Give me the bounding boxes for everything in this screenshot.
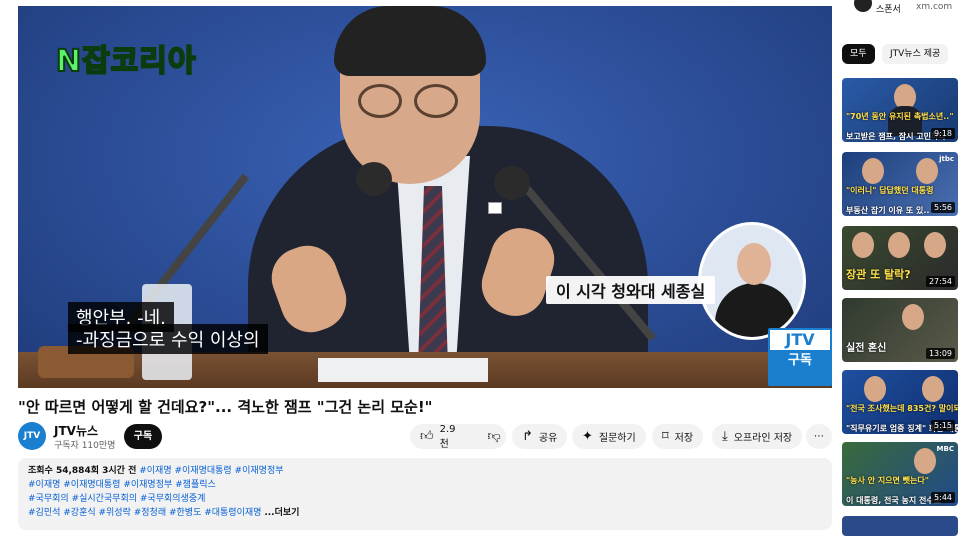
thumbnail-headline: 장관 또 탈락? bbox=[846, 268, 911, 281]
more-icon: ⋯ bbox=[814, 431, 824, 442]
microphone-head-right bbox=[494, 166, 530, 200]
thumbnail-channel-logo: MBC bbox=[936, 445, 954, 453]
view-stats: 조회수 54,884회 3시간 전 bbox=[28, 466, 137, 476]
video-duration: 5:56 bbox=[931, 202, 955, 213]
channel-bug: JTV 구독 bbox=[768, 328, 832, 386]
download-icon: ⤓ bbox=[722, 429, 728, 444]
thumbs-down-icon: 👎︎ bbox=[487, 429, 501, 444]
like-button[interactable]: 👍︎ 2.9천 bbox=[410, 423, 466, 450]
description-tags-3[interactable]: #국무회의 #실시간국무회의 #국무회의생중계 bbox=[28, 492, 822, 506]
thumbnail-headline: "이러니" 답답했던 대통령 bbox=[846, 186, 934, 195]
offline-save-button[interactable]: ⤓ 오프라인 저장 bbox=[712, 424, 803, 449]
save-label: 저장 bbox=[674, 433, 694, 444]
channel-row: JTV NEWS JTV뉴스 구독자 110만명 구독 👍︎ 2.9천 👎︎ ↱… bbox=[18, 422, 832, 469]
speaker-hair bbox=[334, 6, 486, 76]
bookmark-icon: ⌑ bbox=[662, 429, 669, 444]
caption-line-2: -과징금으로 수익 이상의 bbox=[68, 324, 268, 354]
like-count: 2.9천 bbox=[439, 423, 456, 450]
thumbnail-face bbox=[922, 376, 944, 402]
more-actions-button[interactable]: ⋯ bbox=[806, 424, 832, 449]
video-duration: 5:44 bbox=[931, 492, 955, 503]
thumbnail-headline: "전국 조사했는데 835건? 말이되냐!?" bbox=[846, 404, 958, 413]
video-duration: 27:54 bbox=[925, 276, 955, 287]
thumbnail-subline: 부동산 잡기 이유 또 있.. bbox=[846, 206, 930, 215]
thumbnail-face bbox=[852, 232, 874, 258]
related-video-thumbnail[interactable] bbox=[842, 516, 958, 536]
show-more-link[interactable]: ...더보기 bbox=[264, 508, 299, 518]
overlay-brand-text: N잡코리아 bbox=[55, 43, 197, 80]
sponsor-avatar bbox=[854, 0, 872, 12]
channel-bug-subscribe: 구독 bbox=[788, 353, 812, 368]
description-tags-2[interactable]: #이재명 #이재명대통령 #이재명정부 #잼플릭스 bbox=[28, 478, 822, 492]
description-box[interactable]: 조회수 54,884회 3시간 전 #이재명 #이재명대통령 #이재명정부 #이… bbox=[18, 458, 832, 530]
ask-button[interactable]: ✦ 질문하기 bbox=[572, 424, 646, 449]
video-duration: 13:09 bbox=[925, 348, 955, 359]
youtube-watch-page: N잡코리아 행안부. -네. -과징금으로 수익 이상의 이 시각 청와대 세종… bbox=[0, 0, 960, 540]
thumbnail-subline: 이 대통령, 전국 농지 전수조 bbox=[846, 496, 942, 505]
channel-name[interactable]: JTV뉴스 bbox=[54, 422, 98, 439]
save-button[interactable]: ⌑ 저장 bbox=[652, 424, 704, 449]
description-tags-4[interactable]: #김민석 #강훈식 #위성락 #정청래 #한병도 #대통령이재명 bbox=[28, 508, 261, 518]
thumbnail-face bbox=[924, 232, 946, 258]
thumbnail-image bbox=[842, 516, 958, 536]
desk-papers bbox=[318, 358, 488, 382]
video-duration: 9:18 bbox=[931, 128, 955, 139]
sparkle-icon: ✦ bbox=[582, 429, 593, 444]
dislike-button[interactable]: 👎︎ bbox=[478, 424, 511, 449]
share-icon: ↱ bbox=[522, 429, 533, 444]
thumbnail-face bbox=[914, 448, 936, 474]
thumbnail-face bbox=[862, 158, 884, 184]
chip-jtv-news[interactable]: JTV뉴스 제공 bbox=[882, 44, 949, 64]
share-label: 공유 bbox=[538, 433, 558, 444]
video-title: "안 따르면 어떻게 할 건데요?"... 격노한 잼프 "그건 논리 모순!" bbox=[18, 398, 433, 416]
related-video-thumbnail[interactable]: 실전 혼신 13:09 bbox=[842, 298, 958, 362]
thumbs-up-icon: 👍︎ bbox=[420, 429, 434, 444]
subscriber-count: 구독자 110만명 bbox=[54, 441, 116, 451]
related-video-thumbnail[interactable]: 장관 또 탈락? 27:54 bbox=[842, 226, 958, 290]
thumbnail-headline: 실전 혼신 bbox=[846, 343, 887, 354]
thumbnail-channel-logo: jtbc bbox=[939, 155, 954, 163]
video-player[interactable]: N잡코리아 행안부. -네. -과징금으로 수익 이상의 이 시각 청와대 세종… bbox=[18, 6, 832, 388]
sponsor-url: xm.com bbox=[916, 2, 953, 12]
channel-avatar[interactable]: JTV NEWS bbox=[18, 422, 48, 469]
related-sidebar: 스폰서 xm.com 모두 JTV뉴스 제공 "70년 동안 유지된 촉법소년.… bbox=[840, 0, 960, 540]
filter-chips: 모두 JTV뉴스 제공 bbox=[842, 44, 960, 64]
like-dislike-group: 👍︎ 2.9천 👎︎ bbox=[410, 423, 506, 450]
sponsored-row[interactable]: 스폰서 xm.com bbox=[840, 0, 960, 18]
related-video-thumbnail[interactable]: "전국 조사했는데 835건? 말이되냐!?" "직무유기로 엄중 징계" 화난… bbox=[842, 370, 958, 434]
sponsor-label: 스폰서 bbox=[876, 5, 901, 15]
chip-all[interactable]: 모두 bbox=[842, 44, 875, 64]
speaker-glasses bbox=[358, 84, 464, 120]
thumbnail-face bbox=[888, 232, 910, 258]
thumbnail-face bbox=[916, 158, 938, 184]
channel-bug-logo: JTV bbox=[770, 330, 830, 350]
related-video-thumbnail[interactable]: "70년 동안 유지된 촉법소년.." 보고받은 잼프, 잠시 고민하다 9:1… bbox=[842, 78, 958, 142]
subscribe-button[interactable]: 구독 bbox=[124, 424, 162, 449]
thumbnail-headline: "70년 동안 유지된 촉법소년.." bbox=[846, 112, 954, 121]
ask-label: 질문하기 bbox=[598, 433, 636, 444]
thumbnail-headline: "농사 안 지으면 뺏는다" bbox=[846, 476, 929, 485]
microphone-head-left bbox=[356, 162, 392, 196]
offline-label: 오프라인 저장 bbox=[733, 433, 793, 444]
description-tags-1[interactable]: #이재명 #이재명대통령 #이재명정부 bbox=[139, 466, 283, 476]
interpreter-head bbox=[737, 243, 771, 285]
live-location-label: 이 시각 청와대 세종실 bbox=[546, 276, 716, 304]
related-video-thumbnail[interactable]: MBC "농사 안 지으면 뺏는다" 이 대통령, 전국 농지 전수조 5:44 bbox=[842, 442, 958, 506]
thumbnail-face bbox=[902, 304, 924, 330]
thumbnail-face bbox=[864, 376, 886, 402]
share-button[interactable]: ↱ 공유 bbox=[512, 424, 568, 449]
flag-pin bbox=[488, 202, 502, 214]
related-video-thumbnail[interactable]: jtbc "이러니" 답답했던 대통령 부동산 잡기 이유 또 있.. 5:56 bbox=[842, 152, 958, 216]
video-duration: 5:15 bbox=[931, 420, 955, 431]
